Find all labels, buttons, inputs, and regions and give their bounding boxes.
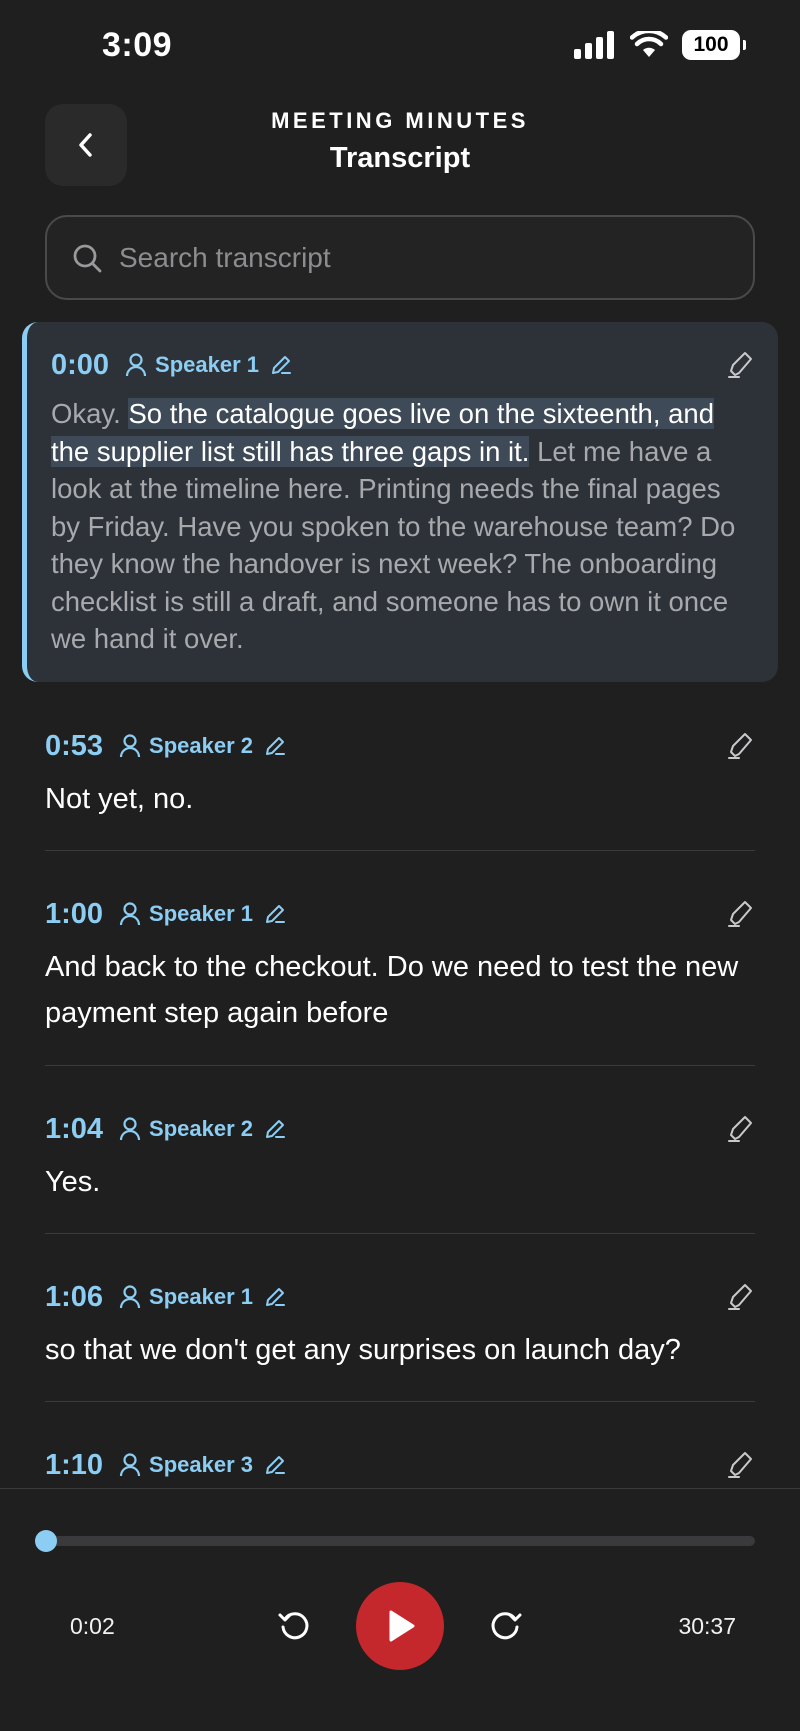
person-icon bbox=[119, 1117, 141, 1141]
segment-text: so that we don't get any surprises on la… bbox=[45, 1334, 681, 1366]
speaker-name[interactable]: Speaker 1 bbox=[149, 1284, 253, 1310]
play-button[interactable] bbox=[356, 1582, 444, 1670]
segment-meta: 1:10 Speaker 3 bbox=[45, 1445, 755, 1485]
current-time: 0:02 bbox=[70, 1613, 115, 1639]
speaker-name[interactable]: Speaker 2 bbox=[149, 733, 253, 759]
person-icon bbox=[119, 734, 141, 758]
highlighter-icon[interactable] bbox=[725, 730, 755, 760]
play-icon bbox=[389, 1610, 415, 1642]
highlighter-icon[interactable] bbox=[725, 1449, 755, 1479]
segment-text: Okay. So the catalogue goes live on the … bbox=[51, 395, 755, 658]
search-input[interactable] bbox=[119, 241, 719, 274]
transcript-list[interactable]: 0:00 Speaker 1 Okay. So the catalogue go… bbox=[0, 322, 800, 1488]
divider bbox=[45, 1233, 755, 1234]
transcript-segment[interactable]: 1:04 Speaker 2 Yes. bbox=[45, 1109, 755, 1205]
transcript-segment[interactable]: 1:10 Speaker 3 bbox=[45, 1445, 755, 1485]
transcript-segment[interactable]: 1:06 Speaker 1 so that we don't get any … bbox=[45, 1277, 755, 1373]
speaker-name[interactable]: Speaker 1 bbox=[155, 352, 259, 378]
segment-meta: 1:04 Speaker 2 bbox=[45, 1109, 755, 1149]
forward-button[interactable] bbox=[481, 1601, 529, 1649]
progress-track[interactable] bbox=[34, 1530, 755, 1552]
person-icon bbox=[119, 1453, 141, 1477]
segment-text-before: Okay. bbox=[51, 398, 129, 429]
segment-timestamp[interactable]: 1:04 bbox=[45, 1113, 103, 1146]
battery-indicator: 100 bbox=[682, 30, 746, 60]
status-bar: 3:09 100 bbox=[0, 0, 800, 96]
segment-text: And back to the checkout. Do we need to … bbox=[45, 951, 739, 1029]
pencil-icon[interactable] bbox=[269, 353, 293, 377]
segment-timestamp[interactable]: 1:06 bbox=[45, 1281, 103, 1314]
rewind-icon bbox=[278, 1612, 309, 1640]
transcript-segment[interactable]: 1:00 Speaker 1 And back to the checkout.… bbox=[45, 894, 755, 1036]
header-subtitle: MEETING MINUTES bbox=[271, 108, 529, 133]
pencil-icon[interactable] bbox=[263, 1285, 287, 1309]
person-icon bbox=[125, 353, 147, 377]
page-title: Transcript bbox=[329, 142, 471, 174]
audio-player: 0:02 30:37 bbox=[0, 1488, 800, 1731]
segment-meta: 0:00 Speaker 1 bbox=[51, 345, 755, 385]
divider bbox=[45, 1065, 755, 1066]
segment-timestamp[interactable]: 1:10 bbox=[45, 1449, 103, 1482]
person-icon bbox=[119, 902, 141, 926]
progress-thumb[interactable] bbox=[34, 1530, 57, 1552]
transcript-segment[interactable]: 0:00 Speaker 1 Okay. So the catalogue go… bbox=[51, 345, 755, 658]
segment-text: Yes. bbox=[45, 1166, 101, 1198]
transcript-segment[interactable]: 0:53 Speaker 2 Not yet, no. bbox=[45, 726, 755, 822]
segment-text: Not yet, no. bbox=[45, 783, 194, 815]
highlighter-icon[interactable] bbox=[725, 349, 755, 379]
total-time: 30:37 bbox=[678, 1613, 736, 1639]
search-icon bbox=[73, 244, 102, 272]
segment-meta: 1:00 Speaker 1 bbox=[45, 894, 755, 934]
segment-timestamp[interactable]: 1:00 bbox=[45, 898, 103, 931]
segment-text-after: Let me have a look at the timeline here.… bbox=[51, 435, 736, 655]
speaker-name[interactable]: Speaker 2 bbox=[149, 1116, 253, 1142]
highlighter-icon[interactable] bbox=[725, 1113, 755, 1143]
pencil-icon[interactable] bbox=[263, 902, 287, 926]
pencil-icon[interactable] bbox=[263, 734, 287, 758]
person-icon bbox=[119, 1285, 141, 1309]
wifi-icon bbox=[630, 31, 668, 57]
forward-icon bbox=[491, 1612, 522, 1640]
search-box[interactable] bbox=[45, 215, 755, 300]
speaker-name[interactable]: Speaker 1 bbox=[149, 901, 253, 927]
pencil-icon[interactable] bbox=[263, 1453, 287, 1477]
segment-timestamp[interactable]: 0:00 bbox=[51, 349, 109, 382]
pencil-icon[interactable] bbox=[263, 1117, 287, 1141]
divider bbox=[45, 850, 755, 851]
rewind-button[interactable] bbox=[271, 1601, 319, 1649]
segment-timestamp[interactable]: 0:53 bbox=[45, 730, 103, 763]
header: MEETING MINUTES Transcript bbox=[0, 100, 800, 190]
signal-icon bbox=[574, 31, 614, 59]
divider bbox=[45, 1401, 755, 1402]
highlighter-icon[interactable] bbox=[725, 1281, 755, 1311]
segment-meta: 1:06 Speaker 1 bbox=[45, 1277, 755, 1317]
segment-meta: 0:53 Speaker 2 bbox=[45, 726, 755, 766]
status-icons: 100 bbox=[574, 30, 746, 60]
highlighter-icon[interactable] bbox=[725, 898, 755, 928]
speaker-name[interactable]: Speaker 3 bbox=[149, 1452, 253, 1478]
status-time: 3:09 bbox=[102, 26, 173, 64]
